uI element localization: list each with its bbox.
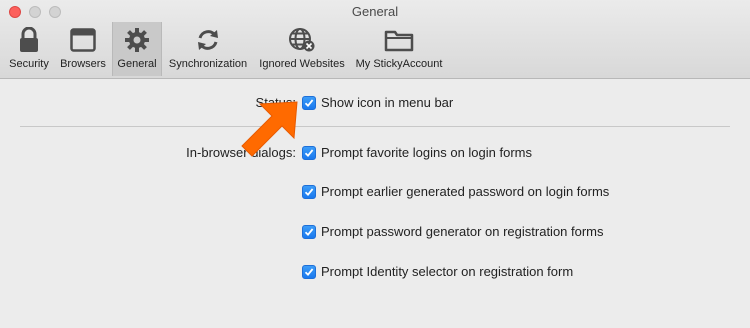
prompt-generated-password-row[interactable]: Prompt earlier generated password on log… xyxy=(302,184,609,199)
prompt-favorite-logins-row[interactable]: Prompt favorite logins on login forms xyxy=(302,145,532,160)
tab-my-stickyaccount[interactable]: My StickyAccount xyxy=(350,22,448,76)
tab-synchronization[interactable]: Synchronization xyxy=(162,22,254,76)
globe-blocked-icon xyxy=(288,25,316,55)
lock-icon xyxy=(18,25,40,55)
prompt-generated-password-label: Prompt earlier generated password on log… xyxy=(321,184,610,199)
tab-ignored-websites[interactable]: Ignored Websites xyxy=(254,22,350,76)
gear-icon xyxy=(124,25,150,55)
prompt-password-generator-row[interactable]: Prompt password generator on registratio… xyxy=(302,224,604,239)
tab-browsers[interactable]: Browsers xyxy=(54,22,112,76)
tab-general-label: General xyxy=(117,58,157,70)
separator xyxy=(20,126,730,127)
prompt-identity-selector-label: Prompt Identity selector on registration… xyxy=(321,264,574,279)
prompt-password-generator-checkbox[interactable] xyxy=(302,224,316,239)
tab-general[interactable]: General xyxy=(112,22,162,76)
window-title: General xyxy=(351,4,399,19)
tab-my-stickyaccount-label: My StickyAccount xyxy=(355,58,443,70)
folder-icon xyxy=(384,25,414,55)
prompt-identity-selector-checkbox[interactable] xyxy=(302,264,316,279)
preferences-window: General Security Browsers General Synchr… xyxy=(0,0,750,328)
prompt-favorite-logins-checkbox[interactable] xyxy=(302,145,316,160)
prompt-identity-selector-row[interactable]: Prompt Identity selector on registration… xyxy=(302,264,573,279)
prompt-generated-password-checkbox[interactable] xyxy=(302,184,316,199)
tab-browsers-label: Browsers xyxy=(60,58,106,70)
title-bar: General Security Browsers General Synchr… xyxy=(0,0,750,79)
tab-synchronization-label: Synchronization xyxy=(168,58,248,70)
highlight-arrow-icon xyxy=(238,98,302,167)
tab-ignored-websites-label: Ignored Websites xyxy=(259,58,345,70)
sync-icon xyxy=(195,25,221,55)
browser-window-icon xyxy=(70,25,96,55)
show-menu-bar-icon-checkbox[interactable] xyxy=(302,95,316,110)
prompt-favorite-logins-label: Prompt favorite logins on login forms xyxy=(321,145,532,160)
general-settings-pane: Status: Show icon in menu bar In-browser… xyxy=(0,79,750,328)
status-option-row[interactable]: Show icon in menu bar xyxy=(302,95,453,110)
tab-security-label: Security xyxy=(9,58,49,70)
show-menu-bar-icon-label: Show icon in menu bar xyxy=(321,95,454,110)
tab-security[interactable]: Security xyxy=(4,22,54,76)
prompt-password-generator-label: Prompt password generator on registratio… xyxy=(321,224,604,239)
preferences-toolbar: Security Browsers General Synchronizatio… xyxy=(4,22,448,76)
